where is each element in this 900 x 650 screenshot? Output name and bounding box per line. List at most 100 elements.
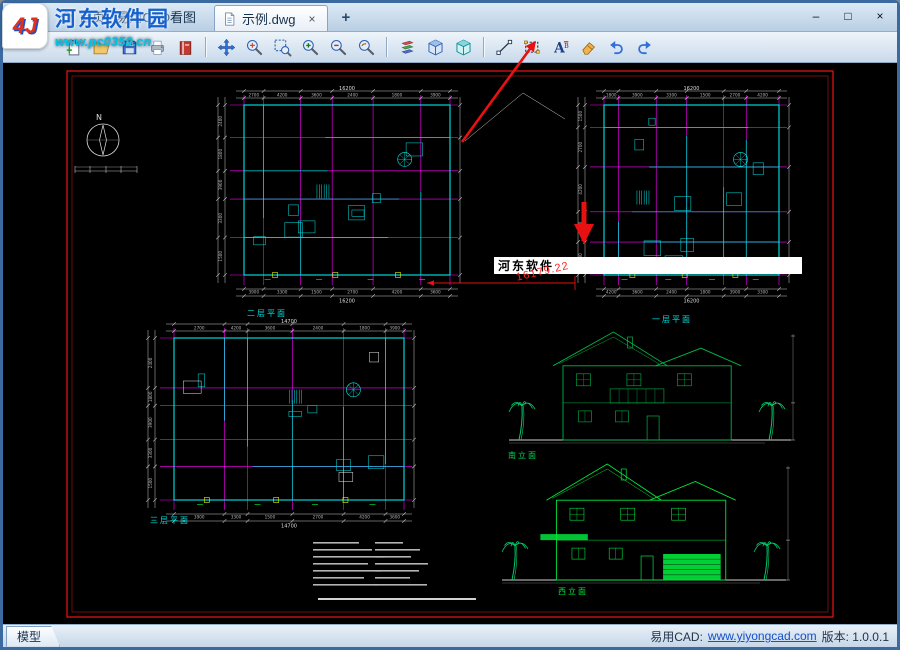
app-label: 易用CAD: <box>650 628 703 645</box>
close-button[interactable]: × <box>867 7 893 25</box>
svg-text:3300: 3300 <box>218 213 223 224</box>
zoom-extents-icon <box>245 38 264 57</box>
svg-text:B: B <box>564 42 569 49</box>
svg-text:14700: 14700 <box>281 319 297 325</box>
svg-text:4200: 4200 <box>231 326 242 331</box>
svg-text:4200: 4200 <box>606 290 617 295</box>
svg-text:3600: 3600 <box>311 93 322 98</box>
svg-text:3600: 3600 <box>430 290 441 295</box>
svg-text:16200: 16200 <box>339 299 355 305</box>
svg-text:3300: 3300 <box>666 93 677 98</box>
cad-drawing: 2700 4200 3600 2400 1800 3900 16200 2400 1800 390… <box>3 63 897 624</box>
home-icon <box>59 9 74 24</box>
website-link[interactable]: www.yiyongcad.com <box>708 629 817 643</box>
print-button[interactable] <box>145 34 170 60</box>
svg-text:3900: 3900 <box>730 290 741 295</box>
save-icon <box>120 38 139 57</box>
undo-button[interactable] <box>604 34 629 60</box>
plan2-caption: 一层平面 <box>652 314 692 325</box>
toolbar-separator <box>205 37 207 57</box>
line-tool-button[interactable] <box>492 34 517 60</box>
north-compass <box>87 124 119 156</box>
redo-button[interactable] <box>632 34 657 60</box>
view-3d-alt-icon <box>454 38 473 57</box>
plan1-caption: 二层平面 <box>247 308 287 319</box>
measure-rect-icon <box>523 38 542 57</box>
pan-icon <box>217 38 236 57</box>
svg-text:2400: 2400 <box>148 357 153 368</box>
elev1-caption: 南立面 <box>508 450 538 461</box>
svg-text:1500: 1500 <box>148 478 153 489</box>
measure-rect-button[interactable] <box>520 34 545 60</box>
svg-text:3600: 3600 <box>578 221 583 232</box>
svg-text:3600: 3600 <box>632 290 643 295</box>
minimize-button[interactable]: – <box>803 7 829 25</box>
drawing-canvas[interactable]: 2700 4200 3600 2400 1800 3900 16200 2400 1800 390… <box>3 63 897 624</box>
eraser-button[interactable] <box>576 34 601 60</box>
svg-text:1800: 1800 <box>606 93 617 98</box>
svg-text:3300: 3300 <box>277 290 288 295</box>
svg-text:14700: 14700 <box>281 524 297 530</box>
zoom-extents-button[interactable] <box>242 34 267 60</box>
svg-text:4200: 4200 <box>277 93 288 98</box>
svg-text:3900: 3900 <box>218 179 223 190</box>
svg-text:3600: 3600 <box>265 326 276 331</box>
zoom-in-icon <box>301 38 320 57</box>
version-label: 版本: 1.0.0.1 <box>822 628 889 645</box>
zoom-window-icon <box>273 38 292 57</box>
zoom-out-button[interactable] <box>326 34 351 60</box>
tab-document[interactable]: 示例.dwg × <box>214 5 327 31</box>
zoom-in-button[interactable] <box>298 34 323 60</box>
toolbar-separator <box>386 37 388 57</box>
zoom-out-icon <box>329 38 348 57</box>
maximize-button[interactable]: □ <box>835 7 861 25</box>
zoom-window-button[interactable] <box>270 34 295 60</box>
svg-text:2700: 2700 <box>578 142 583 153</box>
svg-text:3900: 3900 <box>248 290 259 295</box>
layers-button[interactable] <box>395 34 420 60</box>
line-tool-icon <box>495 38 514 57</box>
view-3d-alt-button[interactable] <box>451 34 476 60</box>
zoom-prev-button[interactable] <box>354 34 379 60</box>
house-elevation <box>502 464 790 583</box>
plot-button[interactable] <box>173 34 198 60</box>
status-bar: 模型 易用CAD: www.yiyongcad.com 版本: 1.0.0.1 <box>3 624 897 647</box>
model-tab-label: 模型 <box>17 628 41 645</box>
home-tab[interactable]: 首页 - 易用CAD看图 <box>59 7 196 26</box>
undo-icon <box>607 38 626 57</box>
tab-bar: 首页 - 易用CAD看图 示例.dwg × + – □ × <box>3 3 897 32</box>
elev2-caption: 西立面 <box>558 586 588 597</box>
svg-text:3300: 3300 <box>231 515 242 520</box>
svg-text:2400: 2400 <box>313 326 324 331</box>
new-tab-button[interactable]: + <box>338 10 355 25</box>
new-button[interactable] <box>61 34 86 60</box>
svg-text:2400: 2400 <box>347 93 358 98</box>
svg-text:3300: 3300 <box>757 290 768 295</box>
plan3-caption: 三层平面 <box>150 515 190 526</box>
open-button[interactable] <box>89 34 114 60</box>
svg-text:3900: 3900 <box>148 417 153 428</box>
zoom-prev-icon <box>357 38 376 57</box>
svg-text:1800: 1800 <box>700 290 711 295</box>
layers-icon <box>398 38 417 57</box>
tab-close-button[interactable]: × <box>305 12 318 26</box>
save-button[interactable] <box>117 34 142 60</box>
svg-text:4200: 4200 <box>578 184 583 195</box>
svg-text:2700: 2700 <box>313 515 324 520</box>
svg-text:3300: 3300 <box>148 447 153 458</box>
svg-text:3900: 3900 <box>194 515 205 520</box>
svg-text:3900: 3900 <box>430 93 441 98</box>
svg-text:1800: 1800 <box>359 326 370 331</box>
view-3d-button[interactable] <box>423 34 448 60</box>
home-tab-label: 首页 - 易用CAD看图 <box>79 7 196 26</box>
pan-button[interactable] <box>214 34 239 60</box>
svg-text:3600: 3600 <box>389 515 400 520</box>
house-elevation <box>509 332 795 443</box>
model-tab[interactable]: 模型 <box>6 626 60 647</box>
svg-text:2700: 2700 <box>194 326 205 331</box>
svg-text:1800: 1800 <box>218 149 223 160</box>
svg-text:3900: 3900 <box>389 326 400 331</box>
svg-text:1500: 1500 <box>311 290 322 295</box>
plot-icon <box>176 38 195 57</box>
text-tool-button[interactable]: AB <box>548 34 573 60</box>
